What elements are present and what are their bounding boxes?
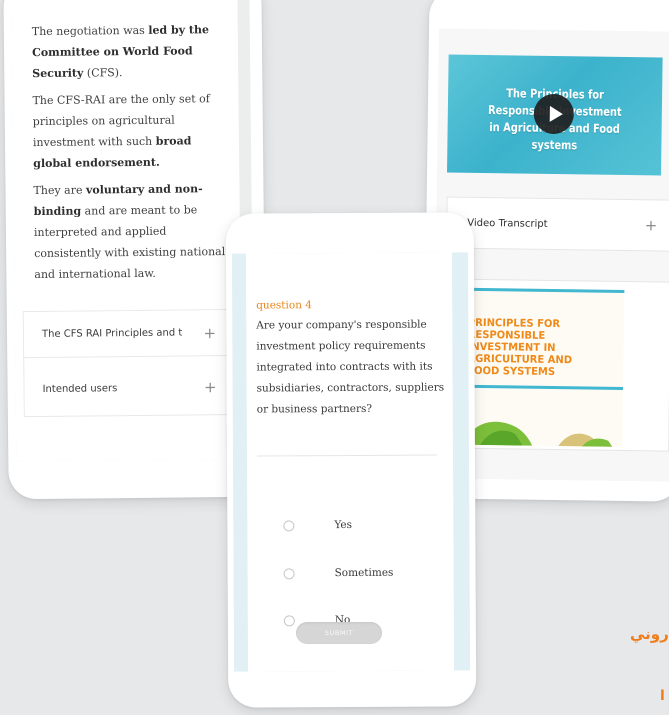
video-transcript-toggle[interactable]: Video Transcript + (445, 196, 669, 252)
content-panel: The negotiation was led by the Committee… (11, 0, 243, 462)
option-label: Sometimes (334, 566, 394, 580)
plus-icon: + (644, 216, 658, 235)
arabic-text-fragment: ا (660, 688, 665, 704)
accordion-label: Intended users (42, 382, 118, 395)
submit-button[interactable]: SUBMIT (296, 622, 382, 644)
transcript-label: Video Transcript (467, 217, 548, 230)
book-cover-rule (462, 384, 624, 390)
info-paragraph: The CFS-RAI are the only set of principl… (32, 88, 233, 174)
book-title-line: FOOD SYSTEMS (467, 364, 556, 379)
option-yes[interactable]: Yes (283, 515, 443, 536)
quiz-panel: question 4 Are your company's responsibl… (245, 252, 455, 672)
divider (256, 454, 437, 457)
play-icon (549, 105, 563, 123)
body-text: They are (33, 183, 87, 198)
accordion-cfs-rai-principles[interactable]: The CFS RAI Principles and t + (23, 310, 231, 359)
radio-button[interactable] (283, 519, 295, 531)
option-label: Yes (334, 518, 352, 532)
question-number: question 4 (256, 299, 313, 312)
option-sometimes[interactable]: Sometimes (283, 563, 444, 584)
leaf-illustration-icon (462, 421, 613, 447)
question-text: Are your company's responsible investmen… (256, 318, 445, 416)
book-cover-image: PRINCIPLES FOR RESPONSIBLE INVESTMENT IN… (462, 287, 625, 447)
phone-left-screen: The negotiation was led by the Committee… (11, 0, 255, 462)
plus-icon: + (203, 378, 217, 397)
info-text: The negotiation was led by the Committee… (32, 19, 235, 291)
info-paragraph: The negotiation was led by the Committee… (32, 19, 233, 84)
body-text: (CFS). (83, 66, 123, 80)
accordion-label: The CFS RAI Principles and t (41, 327, 183, 340)
arabic-heading-fragment: روني (630, 625, 669, 643)
accordion-group: The CFS RAI Principles and t + Intended … (22, 308, 236, 418)
radio-button[interactable] (283, 567, 295, 579)
phone-front-screen: question 4 Are your company's responsibl… (231, 252, 471, 672)
info-paragraph: They are voluntary and non-binding and a… (33, 178, 234, 285)
radio-button[interactable] (283, 614, 295, 626)
video-player[interactable]: The Principles for Responsible Investmen… (447, 54, 663, 176)
plus-icon: + (203, 323, 217, 342)
accordion-intended-users[interactable]: Intended users + (24, 364, 231, 413)
publication-card[interactable]: PRINCIPLES FOR RESPONSIBLE INVESTMENT IN… (443, 278, 669, 452)
body-text: The negotiation was (31, 23, 149, 39)
book-cover-title: PRINCIPLES FOR RESPONSIBLE INVESTMENT IN… (467, 317, 616, 379)
